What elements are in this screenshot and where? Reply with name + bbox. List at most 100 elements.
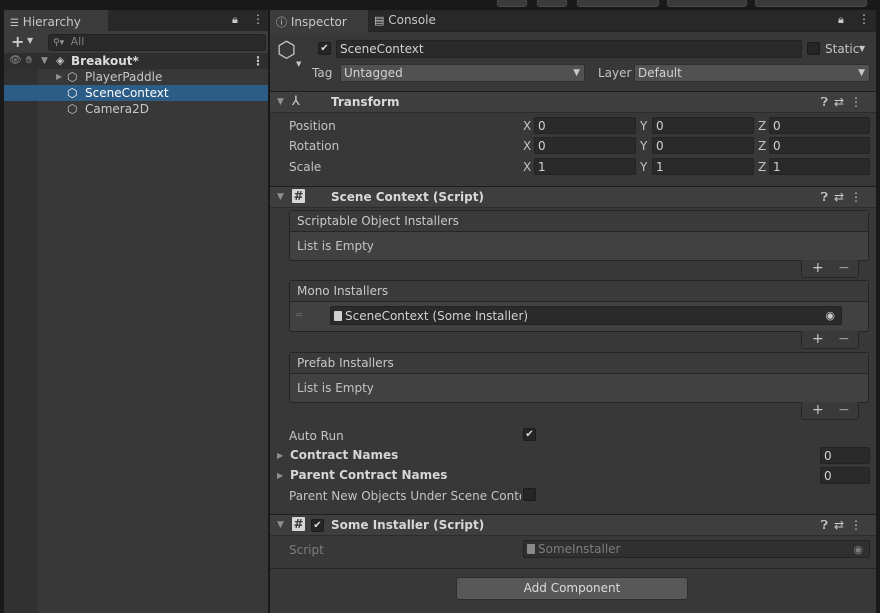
help-icon[interactable]: ❓︎ (821, 95, 834, 109)
contract-names-size-field[interactable]: 0 (820, 447, 870, 464)
preset-sliders-icon[interactable]: ⇄ (834, 95, 850, 109)
axis-z-label[interactable]: Z (758, 119, 766, 133)
list-header[interactable]: Prefab Installers (290, 353, 868, 374)
collapsed-triangle-icon[interactable]: ▶ (56, 69, 62, 85)
remove-element-button[interactable]: − (838, 402, 850, 418)
axis-z-label[interactable]: Z (758, 160, 766, 174)
rotation-y-field[interactable]: 0 (652, 137, 754, 154)
preset-sliders-icon[interactable]: ⇄ (834, 518, 850, 532)
object-picker-icon[interactable]: ◉ (825, 307, 835, 325)
lock-icon[interactable]: 🔒︎ (838, 13, 844, 27)
add-element-button[interactable]: + (812, 260, 824, 276)
mono-installer-object-field[interactable]: SceneContext (Some Installer) ◉ (330, 306, 842, 325)
scene-context-header[interactable]: ▼ # Scene Context (Script) ❓︎⇄⋮ (270, 186, 876, 208)
toolbar-button-a[interactable] (497, 0, 527, 7)
account-dropdown[interactable] (577, 0, 659, 7)
collapsed-triangle-icon[interactable]: ▶ (277, 451, 283, 460)
tab-inspector[interactable]: ⓘ Inspector (270, 10, 368, 33)
layers-dropdown[interactable] (667, 0, 747, 7)
drag-handle-icon[interactable]: ═ (296, 310, 302, 321)
axis-x-label[interactable]: X (523, 119, 531, 133)
tab-inspector-label: Inspector (290, 15, 347, 29)
hierarchy-toolbar: + ▼ ⚲▾ All (4, 31, 268, 54)
axis-y-label[interactable]: Y (640, 119, 647, 133)
parent-new-objects-checkbox[interactable] (523, 488, 536, 501)
hierarchy-visibility-column (4, 53, 38, 613)
kebab-menu-icon[interactable]: ⋮ (850, 518, 868, 532)
some-installer-header[interactable]: ▼ # ✔ Some Installer (Script) ❓︎⇄⋮ (270, 514, 876, 536)
lock-icon[interactable]: 🔒︎ (232, 13, 238, 27)
expand-triangle-icon[interactable]: ▼ (277, 97, 284, 107)
collapsed-triangle-icon[interactable]: ▶ (277, 471, 283, 480)
remove-element-button[interactable]: − (838, 331, 850, 347)
help-icon[interactable]: ❓︎ (821, 518, 834, 532)
tag-dropdown[interactable]: Untagged ▼ (340, 64, 585, 82)
contract-names-label[interactable]: Contract Names (290, 448, 398, 462)
hierarchy-item-scenecontext[interactable]: ⬡ SceneContext (4, 85, 268, 101)
plus-icon[interactable]: + (11, 32, 24, 51)
scale-x-field[interactable]: 1 (534, 158, 636, 175)
hierarchy-item-playerpaddle[interactable]: ▶ ⬡ PlayerPaddle (4, 69, 268, 85)
add-element-button[interactable]: + (812, 331, 824, 347)
gameobject-active-checkbox[interactable]: ✔ (318, 42, 331, 55)
list-header[interactable]: Scriptable Object Installers (290, 211, 868, 232)
position-y-field[interactable]: 0 (652, 117, 754, 134)
rotation-x-field[interactable]: 0 (534, 137, 636, 154)
layout-dropdown[interactable] (755, 0, 867, 7)
parent-contract-names-size-field[interactable]: 0 (820, 467, 870, 484)
parent-contract-names-label[interactable]: Parent Contract Names (290, 468, 447, 482)
position-x-value: 0 (538, 119, 546, 133)
add-component-button[interactable]: Add Component (456, 577, 688, 600)
chevron-down-icon[interactable]: ▼ (296, 60, 301, 68)
inspector-panel: ⓘ Inspector ▤ Console 🔒︎ ⋮ ⬡ ▼ ✔ SceneCo… (270, 10, 876, 613)
remove-element-button[interactable]: − (838, 260, 850, 276)
scale-label: Scale (289, 160, 322, 174)
position-x-field[interactable]: 0 (534, 117, 636, 134)
eye-icon[interactable]: 👁︎ (9, 53, 22, 69)
axis-z-label[interactable]: Z (758, 139, 766, 153)
expand-triangle-icon[interactable]: ▼ (277, 520, 284, 530)
pick-hand-icon[interactable]: ✋︎ (26, 53, 32, 69)
axis-x-label[interactable]: X (523, 139, 531, 153)
scale-y-field[interactable]: 1 (652, 158, 754, 175)
axis-y-label[interactable]: Y (640, 139, 647, 153)
kebab-menu-icon[interactable]: ⋮ (858, 12, 870, 26)
kebab-menu-icon[interactable]: ⋮ (850, 95, 868, 109)
toolbar-button-b[interactable] (537, 0, 567, 7)
rotation-x-value: 0 (538, 139, 546, 153)
component-enabled-checkbox[interactable]: ✔ (311, 519, 324, 532)
transform-header[interactable]: ▼ ⅄ Transform ❓︎⇄⋮ (270, 91, 876, 113)
axis-y-label[interactable]: Y (640, 160, 647, 174)
scene-kebab-icon[interactable]: ⋮ (252, 53, 264, 69)
hierarchy-search-input[interactable]: ⚲▾ All (48, 34, 266, 51)
rotation-z-field[interactable]: 0 (769, 137, 870, 154)
gameobject-cube-icon[interactable]: ⬡ (277, 38, 296, 63)
list-header[interactable]: Mono Installers (290, 281, 868, 302)
hierarchy-scene-row[interactable]: 👁︎ ✋︎ ▼ ◈ Breakout* ⋮ (4, 53, 268, 69)
console-icon: ▤ (374, 14, 385, 27)
kebab-menu-icon[interactable]: ⋮ (252, 12, 264, 26)
tab-hierarchy[interactable]: ☰ Hierarchy (4, 10, 108, 33)
position-z-field[interactable]: 0 (769, 117, 870, 134)
kebab-menu-icon[interactable]: ⋮ (850, 190, 868, 204)
script-file-icon (334, 311, 342, 321)
position-y-value: 0 (656, 119, 664, 133)
preset-sliders-icon[interactable]: ⇄ (834, 190, 850, 204)
auto-run-checkbox[interactable]: ✔ (523, 428, 536, 441)
chevron-down-icon[interactable]: ▼ (27, 36, 33, 45)
axis-x-label[interactable]: X (523, 160, 531, 174)
add-element-button[interactable]: + (812, 402, 824, 418)
scene-context-title: Scene Context (Script) (331, 190, 484, 204)
static-dropdown-icon[interactable]: ▼ (859, 44, 865, 53)
expand-triangle-icon[interactable]: ▼ (277, 192, 284, 202)
static-checkbox[interactable] (807, 42, 820, 55)
scale-z-field[interactable]: 1 (769, 158, 870, 175)
expand-triangle-icon[interactable]: ▼ (41, 53, 48, 69)
chevron-down-icon: ▼ (573, 68, 580, 78)
parent-contract-names-size-value: 0 (824, 469, 832, 483)
hierarchy-item-camera2d[interactable]: ⬡ Camera2D (4, 101, 268, 117)
layer-dropdown[interactable]: Default ▼ (634, 64, 870, 82)
tab-console[interactable]: ▤ Console (368, 10, 450, 31)
help-icon[interactable]: ❓︎ (821, 190, 834, 204)
object-name-field[interactable]: SceneContext (336, 40, 802, 58)
